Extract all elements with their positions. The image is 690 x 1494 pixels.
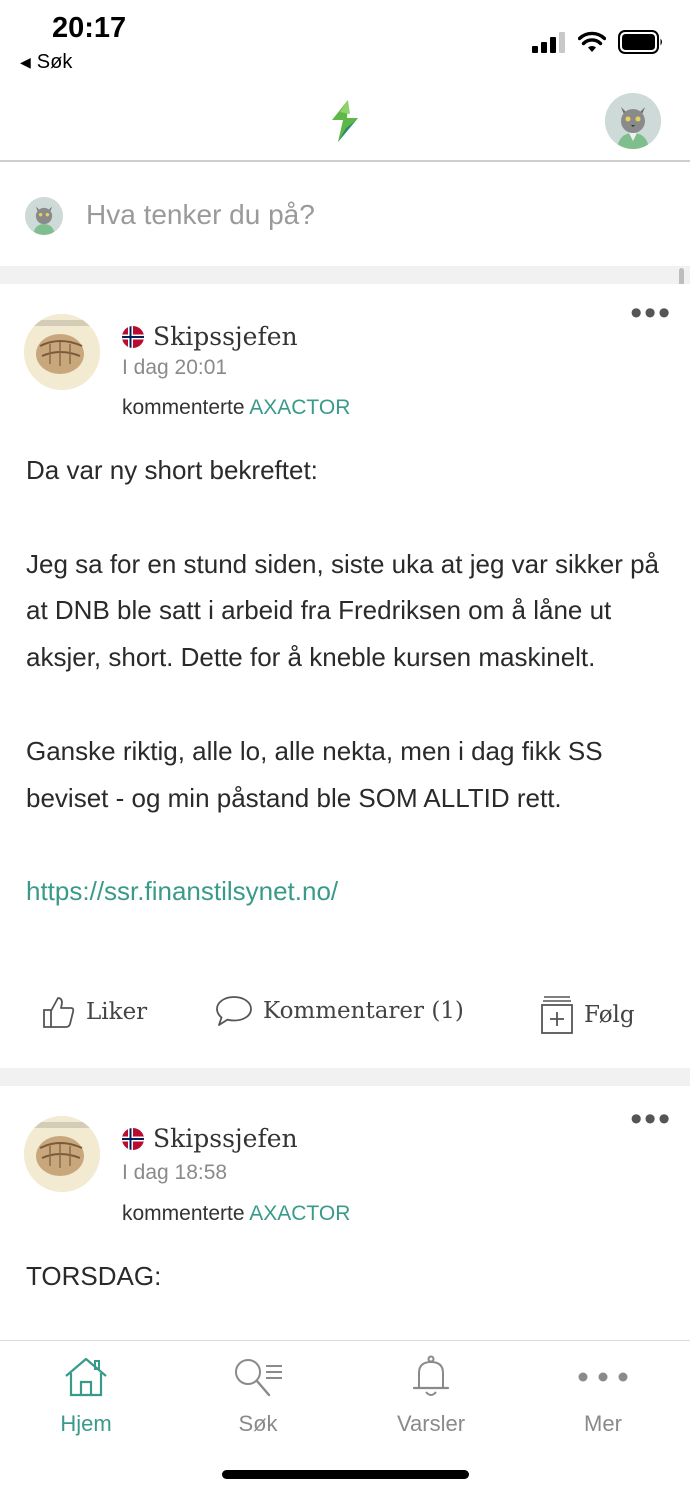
post-paragraph: Ganske riktig, alle lo, alle nekta, men … xyxy=(26,735,603,813)
home-icon xyxy=(65,1357,107,1397)
activity-verb: kommenterte xyxy=(122,396,245,419)
tab-label: Varsler xyxy=(396,1411,466,1436)
status-bar: 20:17 ◀ Søk xyxy=(0,0,690,80)
back-link-label: Søk xyxy=(36,51,73,73)
tab-more[interactable]: Mer xyxy=(543,1351,663,1437)
post-paragraph: TORSDAG: xyxy=(26,1261,162,1291)
like-button[interactable]: Liker xyxy=(42,995,147,1029)
back-to-search-link[interactable]: ◀ Søk xyxy=(20,51,72,74)
follow-label: Følg xyxy=(584,1002,635,1028)
feed-post: Skipssjefen I dag 18:58 kommenterte AXAC… xyxy=(0,1086,690,1340)
post-url-link[interactable]: https://ssr.finanstilsynet.no/ xyxy=(26,876,338,906)
post-body: Da var ny short bekreftet: Jeg sa for en… xyxy=(26,447,666,915)
norway-flag-icon xyxy=(122,325,144,348)
tab-search[interactable]: Søk xyxy=(198,1351,318,1437)
composer-avatar xyxy=(25,197,63,235)
thumbs-up-icon xyxy=(43,997,75,1028)
composer-placeholder[interactable]: Hva tenker du på? xyxy=(86,199,315,231)
post-author-avatar[interactable] xyxy=(24,1116,100,1192)
tab-notifications[interactable]: Varsler xyxy=(371,1351,491,1437)
post-paragraph: Jeg sa for en stund siden, siste uka at … xyxy=(26,548,660,673)
back-arrow-icon: ◀ xyxy=(20,54,31,70)
follow-add-icon xyxy=(541,996,573,1034)
cat-avatar-icon xyxy=(605,93,661,149)
post-timestamp: I dag 20:01 xyxy=(122,356,228,379)
fist-avatar-icon xyxy=(24,314,100,390)
ticker-link[interactable]: AXACTOR xyxy=(249,396,350,419)
more-dots-icon xyxy=(578,1372,628,1382)
cellular-signal-icon xyxy=(532,32,565,53)
post-timestamp: I dag 18:58 xyxy=(122,1161,228,1184)
tab-label: Hjem xyxy=(60,1411,112,1436)
ticker-link[interactable]: AXACTOR xyxy=(249,1202,350,1225)
tab-label: Mer xyxy=(584,1411,622,1436)
profile-avatar[interactable] xyxy=(605,93,661,149)
post-activity: kommenterte AXACTOR xyxy=(122,1202,350,1226)
fist-avatar-icon xyxy=(24,1116,100,1192)
post-body: TORSDAG: xyxy=(26,1253,666,1300)
home-indicator[interactable] xyxy=(222,1470,469,1479)
post-actions: Liker Kommentarer (1) Følg xyxy=(0,995,690,1045)
feed-separator xyxy=(0,266,690,284)
post-paragraph: Da var ny short bekreftet: xyxy=(26,455,318,485)
comments-button[interactable]: Kommentarer (1) xyxy=(215,995,464,1027)
post-more-menu[interactable]: ••• xyxy=(630,1102,672,1136)
app-logo-icon[interactable] xyxy=(326,98,364,144)
post-author[interactable]: Skipssjefen xyxy=(122,1124,298,1153)
post-activity: kommenterte AXACTOR xyxy=(122,396,350,420)
cat-avatar-icon xyxy=(25,197,63,235)
app-header xyxy=(0,80,690,162)
bell-icon xyxy=(412,1355,450,1396)
wifi-icon xyxy=(578,31,606,52)
activity-verb: kommenterte xyxy=(122,1202,245,1225)
tab-label: Søk xyxy=(238,1411,278,1436)
author-name[interactable]: Skipssjefen xyxy=(153,322,298,351)
post-composer[interactable]: Hva tenker du på? xyxy=(0,164,690,266)
tab-home[interactable]: Hjem xyxy=(26,1351,146,1437)
like-label: Liker xyxy=(86,999,148,1025)
author-name[interactable]: Skipssjefen xyxy=(153,1124,298,1153)
post-author[interactable]: Skipssjefen xyxy=(122,322,298,351)
status-time: 20:17 xyxy=(52,12,127,44)
post-more-menu[interactable]: ••• xyxy=(630,296,672,330)
post-author-avatar[interactable] xyxy=(24,314,100,390)
status-icons xyxy=(532,30,664,54)
search-list-icon xyxy=(235,1359,282,1397)
follow-button[interactable]: Følg xyxy=(540,995,635,1035)
norway-flag-icon xyxy=(122,1127,144,1150)
speech-bubble-icon xyxy=(216,996,252,1026)
feed-post: Skipssjefen I dag 20:01 kommenterte AXAC… xyxy=(0,284,690,1068)
comments-label: Kommentarer (1) xyxy=(263,998,464,1024)
battery-icon xyxy=(618,30,662,54)
feed-separator xyxy=(0,1068,690,1086)
